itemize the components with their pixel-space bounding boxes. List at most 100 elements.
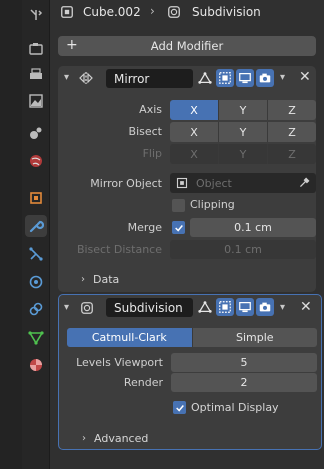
- levels-viewport-label: Levels Viewport: [76, 356, 163, 369]
- object-name[interactable]: Cube.002: [83, 5, 141, 19]
- world-icon: [30, 155, 42, 167]
- render-properties-tab[interactable]: [25, 38, 47, 60]
- remove-modifier-icon[interactable]: ✕: [299, 69, 311, 85]
- collapse-chevron-icon[interactable]: ▾: [64, 72, 69, 83]
- remove-modifier-icon[interactable]: ✕: [300, 299, 312, 315]
- object-icon: [30, 192, 42, 204]
- checkmark-icon: [175, 404, 184, 412]
- merge-checkbox[interactable]: [172, 221, 185, 234]
- subdivision-mode-toggle-group: Catmull-Clark Simple: [67, 328, 317, 347]
- scene-icon: [30, 127, 42, 139]
- merge-distance-field[interactable]: 0.1 cm: [190, 218, 316, 237]
- modifier-menu-chevron-icon[interactable]: ▾: [280, 72, 285, 83]
- constraints-properties-tab[interactable]: [25, 298, 47, 320]
- mirror-object-placeholder: Object: [196, 176, 232, 190]
- material-properties-tab[interactable]: [25, 354, 47, 376]
- mirror-object-field[interactable]: Object: [170, 173, 316, 193]
- monitor-icon: [239, 73, 251, 84]
- edit-mode-toggle[interactable]: [196, 298, 214, 316]
- data-subpanel-label[interactable]: Data: [93, 273, 119, 286]
- subdivision-modifier-icon: [81, 302, 93, 314]
- mirror-modifier-panel: ▾ Mirror ▾ ✕ Axis X Y Z Bisect X Y Z Fli…: [58, 66, 316, 292]
- constraint-icon: [29, 302, 43, 316]
- object-field-icon: [176, 177, 188, 189]
- bisect-x-toggle[interactable]: X: [170, 122, 219, 142]
- bisect-y-toggle[interactable]: Y: [219, 122, 268, 142]
- axis-y-toggle[interactable]: Y: [219, 100, 268, 120]
- catmull-clark-option[interactable]: Catmull-Clark: [67, 328, 193, 347]
- bisect-label: Bisect: [128, 125, 162, 138]
- view-layer-properties-tab[interactable]: [25, 90, 47, 112]
- collapse-chevron-icon[interactable]: ▾: [64, 302, 69, 313]
- particles-properties-tab[interactable]: [25, 243, 47, 265]
- eyedropper-icon[interactable]: [298, 176, 311, 189]
- cage-icon: [219, 72, 231, 84]
- image-icon: [29, 94, 43, 108]
- subdivision-name-field[interactable]: Subdivision: [106, 298, 193, 317]
- axis-z-toggle[interactable]: Z: [268, 100, 316, 120]
- advanced-subpanel-label[interactable]: Advanced: [94, 432, 148, 445]
- optimal-display-label: Optimal Display: [191, 401, 279, 414]
- viewport-display-toggle[interactable]: [236, 69, 254, 87]
- flip-y-toggle[interactable]: Y: [219, 144, 268, 164]
- material-icon: [30, 359, 42, 371]
- merge-label: Merge: [127, 221, 162, 234]
- levels-viewport-field[interactable]: 5: [171, 353, 317, 372]
- output-properties-tab[interactable]: [25, 64, 47, 86]
- bisect-toggle-group: X Y Z: [170, 122, 316, 142]
- monitor-icon: [239, 302, 251, 313]
- edit-mode-icon: [198, 301, 212, 313]
- mirror-modifier-icon: [79, 72, 93, 84]
- data-expand-chevron-icon[interactable]: ›: [81, 274, 85, 285]
- modifier-menu-chevron-icon[interactable]: ▾: [280, 302, 285, 313]
- bisect-distance-field[interactable]: 0.1 cm: [170, 240, 316, 259]
- camera-icon: [259, 302, 271, 312]
- cage-icon: [219, 301, 231, 313]
- edit-mode-toggle[interactable]: [196, 69, 214, 87]
- axis-label: Axis: [139, 103, 162, 116]
- properties-header: Cube.002 › Subdivision: [50, 0, 324, 26]
- object-properties-tab[interactable]: [25, 187, 47, 209]
- subdivision-modifier-panel: ▾ Subdivision ▾ ✕ Catmull-Clark Simple L…: [58, 294, 322, 450]
- scene-properties-tab[interactable]: [25, 122, 47, 144]
- flip-z-toggle[interactable]: Z: [268, 144, 316, 164]
- world-properties-tab[interactable]: [25, 150, 47, 172]
- bisect-distance-label: Bisect Distance: [76, 243, 162, 256]
- clipping-label: Clipping: [190, 198, 235, 211]
- add-modifier-label: Add Modifier: [150, 39, 224, 53]
- camera-icon: [259, 73, 271, 83]
- breadcrumb-separator-icon: ›: [150, 4, 155, 18]
- mirror-object-label: Mirror Object: [90, 177, 162, 190]
- axis-x-toggle[interactable]: X: [170, 100, 219, 120]
- flip-toggle-group: X Y Z: [170, 144, 316, 164]
- add-modifier-button[interactable]: + Add Modifier: [58, 36, 316, 56]
- bisect-z-toggle[interactable]: Z: [268, 122, 316, 142]
- cage-toggle[interactable]: [216, 69, 234, 87]
- tool-properties-tab[interactable]: [25, 4, 47, 26]
- wrench-icon: [29, 220, 44, 233]
- edit-mode-icon: [198, 72, 212, 84]
- viewport-display-toggle[interactable]: [236, 298, 254, 316]
- render-toggle[interactable]: [256, 69, 274, 87]
- modifier-properties-tab[interactable]: [25, 215, 47, 237]
- physics-properties-tab[interactable]: [25, 271, 47, 293]
- cage-toggle[interactable]: [216, 298, 234, 316]
- mirror-name-field[interactable]: Mirror: [106, 69, 193, 88]
- clipping-checkbox[interactable]: [172, 199, 185, 212]
- render-levels-field[interactable]: 2: [171, 373, 317, 392]
- flip-label: Flip: [142, 147, 162, 160]
- object-mode-icon: [61, 6, 73, 18]
- flip-x-toggle[interactable]: X: [170, 144, 219, 164]
- properties-tab-strip: [22, 0, 50, 469]
- optimal-display-checkbox[interactable]: [173, 401, 186, 414]
- advanced-expand-chevron-icon[interactable]: ›: [82, 433, 86, 444]
- plus-icon: +: [66, 37, 78, 53]
- subdivision-icon: [168, 6, 180, 18]
- data-properties-tab[interactable]: [25, 326, 47, 348]
- axis-toggle-group: X Y Z: [170, 100, 316, 120]
- mesh-data-icon: [28, 331, 44, 345]
- physics-icon: [29, 275, 43, 289]
- checkmark-icon: [174, 224, 183, 232]
- render-toggle[interactable]: [256, 298, 274, 316]
- simple-option[interactable]: Simple: [192, 328, 317, 347]
